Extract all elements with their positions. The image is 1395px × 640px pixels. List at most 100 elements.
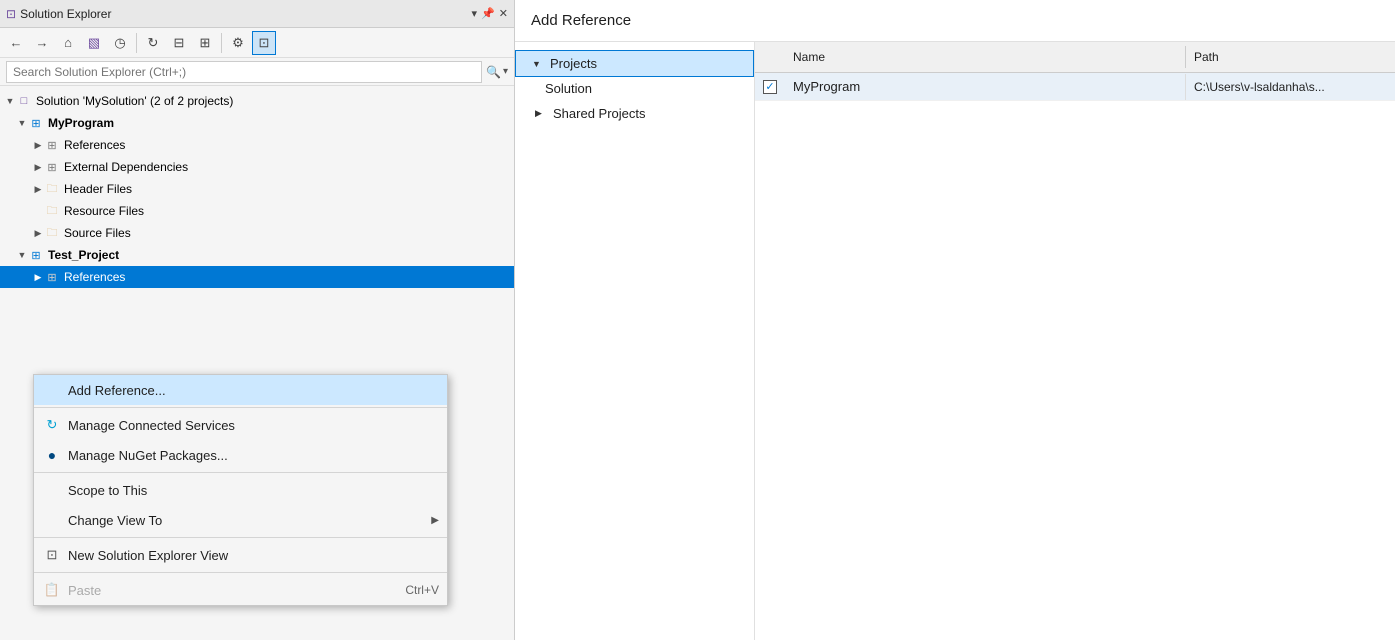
expand-arrow-source: ▶ <box>32 228 44 239</box>
ctx-manage-connected-label: Manage Connected Services <box>68 418 439 433</box>
external-deps-label: External Dependencies <box>64 160 188 174</box>
tree-item-myprogram[interactable]: ▼ ⊞ MyProgram <box>0 112 514 134</box>
solution-label: Solution 'MySolution' (2 of 2 projects) <box>36 94 233 108</box>
project-icon-test: ⊞ <box>28 247 44 263</box>
nuget-icon: ● <box>42 445 62 465</box>
solution-explorer-icon: ⊡ <box>6 7 16 21</box>
forward-button[interactable]: → <box>30 31 54 55</box>
tree-item-external-deps[interactable]: ▶ ⊞ External Dependencies <box>0 156 514 178</box>
solution-explorer: ⊡ Solution Explorer ▾ 📌 ✕ ← → ⌂ ▧ ◷ ↻ ⊟ … <box>0 0 515 640</box>
expand-button[interactable]: ⊞ <box>193 31 217 55</box>
toolbar-separator1 <box>136 33 137 53</box>
test-references-icon: ⊞ <box>44 269 60 285</box>
refresh-button[interactable]: ↻ <box>141 31 165 55</box>
references-icon: ⊞ <box>44 137 60 153</box>
ctx-paste[interactable]: 📋 Paste Ctrl+V <box>34 575 447 605</box>
expand-arrow-solution: ▼ <box>4 96 16 106</box>
collapse-button[interactable]: ⊟ <box>167 31 191 55</box>
pin-icon[interactable]: 📌 <box>481 7 495 20</box>
se-search-bar: 🔍 ▾ <box>0 58 514 86</box>
add-reference-panel: Add Reference ▼ Projects Solution ▶ Shar… <box>515 0 1395 640</box>
col-header-check <box>755 46 785 68</box>
add-reference-body: ▼ Projects Solution ▶ Shared Projects Na… <box>515 42 1395 640</box>
tree-item-source-files[interactable]: ▶ 🗀 Source Files <box>0 222 514 244</box>
ctx-manage-nuget[interactable]: ● Manage NuGet Packages... <box>34 440 447 470</box>
nav-solution-label: Solution <box>545 81 592 96</box>
nav-projects-label: Projects <box>550 56 597 71</box>
vs-icon-button[interactable]: ▧ <box>82 31 106 55</box>
context-menu: Add Reference... ↻ Manage Connected Serv… <box>33 374 448 606</box>
close-icon[interactable]: ✕ <box>499 7 508 20</box>
history-button[interactable]: ◷ <box>108 31 132 55</box>
se-toolbar: ← → ⌂ ▧ ◷ ↻ ⊟ ⊞ ⚙ ⊡ <box>0 28 514 58</box>
add-reference-icon <box>42 380 62 400</box>
expand-arrow-test: ▼ <box>16 250 28 260</box>
references-label: References <box>64 138 125 152</box>
dropdown-arrow-icon[interactable]: ▾ <box>472 7 478 20</box>
new-solution-view-icon: ⊡ <box>42 545 62 565</box>
test-references-label: References <box>64 270 125 284</box>
add-reference-title: Add Reference <box>531 12 631 29</box>
header-files-label: Header Files <box>64 182 132 196</box>
ctx-paste-label: Paste <box>68 583 405 598</box>
settings-button[interactable]: ⚙ <box>226 31 250 55</box>
col-header-name: Name <box>785 46 1185 68</box>
ctx-manage-connected[interactable]: ↻ Manage Connected Services <box>34 410 447 440</box>
solution-icon: □ <box>16 93 32 109</box>
nav-projects[interactable]: ▼ Projects <box>515 50 754 77</box>
nav-shared-expand-icon: ▶ <box>535 108 549 119</box>
nav-shared-projects[interactable]: ▶ Shared Projects <box>515 100 754 127</box>
ctx-separator-3 <box>34 537 447 538</box>
tree-item-resource-files[interactable]: ▶ 🗀 Resource Files <box>0 200 514 222</box>
tree-item-test-project[interactable]: ▼ ⊞ Test_Project <box>0 244 514 266</box>
back-button[interactable]: ← <box>4 31 28 55</box>
active-button[interactable]: ⊡ <box>252 31 276 55</box>
row-check-myprogram[interactable]: ✓ <box>755 80 785 94</box>
ctx-nuget-label: Manage NuGet Packages... <box>68 448 439 463</box>
search-input[interactable] <box>6 61 482 83</box>
ctx-scope-label: Scope to This <box>68 483 439 498</box>
test-project-label: Test_Project <box>48 248 119 262</box>
tree-item-test-references[interactable]: ▶ ⊞ References <box>0 266 514 288</box>
tree-item-solution[interactable]: ▼ □ Solution 'MySolution' (2 of 2 projec… <box>0 90 514 112</box>
col-header-path: Path <box>1185 46 1395 68</box>
source-files-icon: 🗀 <box>44 225 60 241</box>
tree-item-references[interactable]: ▶ ⊞ References <box>0 134 514 156</box>
ctx-change-view[interactable]: Change View To ▶ <box>34 505 447 535</box>
se-title: ⊡ Solution Explorer <box>6 7 111 21</box>
expand-arrow-myprogram: ▼ <box>16 118 28 128</box>
ctx-scope-to-this[interactable]: Scope to This <box>34 475 447 505</box>
expand-arrow-test-refs: ▶ <box>32 272 44 283</box>
header-files-icon: 🗀 <box>44 181 60 197</box>
ctx-separator-4 <box>34 572 447 573</box>
change-view-arrow-icon: ▶ <box>431 515 439 526</box>
expand-arrow-references: ▶ <box>32 140 44 151</box>
search-dropdown-icon[interactable]: ▾ <box>503 66 508 77</box>
paste-icon: 📋 <box>42 580 62 600</box>
ctx-separator-1 <box>34 407 447 408</box>
add-reference-content: Name Path ✓ MyProgram C:\Users\v-lsaldan… <box>755 42 1395 640</box>
myprogram-label: MyProgram <box>48 116 114 130</box>
ctx-new-solution-label: New Solution Explorer View <box>68 548 439 563</box>
scope-icon <box>42 480 62 500</box>
ctx-change-view-label: Change View To <box>68 513 431 528</box>
tree-item-header-files[interactable]: ▶ 🗀 Header Files <box>0 178 514 200</box>
nav-shared-label: Shared Projects <box>553 106 646 121</box>
source-files-label: Source Files <box>64 226 131 240</box>
ctx-add-reference[interactable]: Add Reference... <box>34 375 447 405</box>
ctx-paste-shortcut: Ctrl+V <box>405 583 439 597</box>
toolbar-separator2 <box>221 33 222 53</box>
search-icon[interactable]: 🔍 <box>486 65 501 79</box>
se-titlebar: ⊡ Solution Explorer ▾ 📌 ✕ <box>0 0 514 28</box>
ctx-new-solution-view[interactable]: ⊡ New Solution Explorer View <box>34 540 447 570</box>
nav-solution[interactable]: Solution <box>515 77 754 100</box>
project-icon-myprogram: ⊞ <box>28 115 44 131</box>
ctx-add-reference-label: Add Reference... <box>68 383 439 398</box>
home-button[interactable]: ⌂ <box>56 31 80 55</box>
se-title-controls: ▾ 📌 ✕ <box>472 7 508 20</box>
resource-files-icon: 🗀 <box>44 203 60 219</box>
resource-files-label: Resource Files <box>64 204 144 218</box>
ar-table-row-myprogram[interactable]: ✓ MyProgram C:\Users\v-lsaldanha\s... <box>755 73 1395 101</box>
checkbox-myprogram[interactable]: ✓ <box>763 80 777 94</box>
row-path-myprogram: C:\Users\v-lsaldanha\s... <box>1185 74 1395 100</box>
